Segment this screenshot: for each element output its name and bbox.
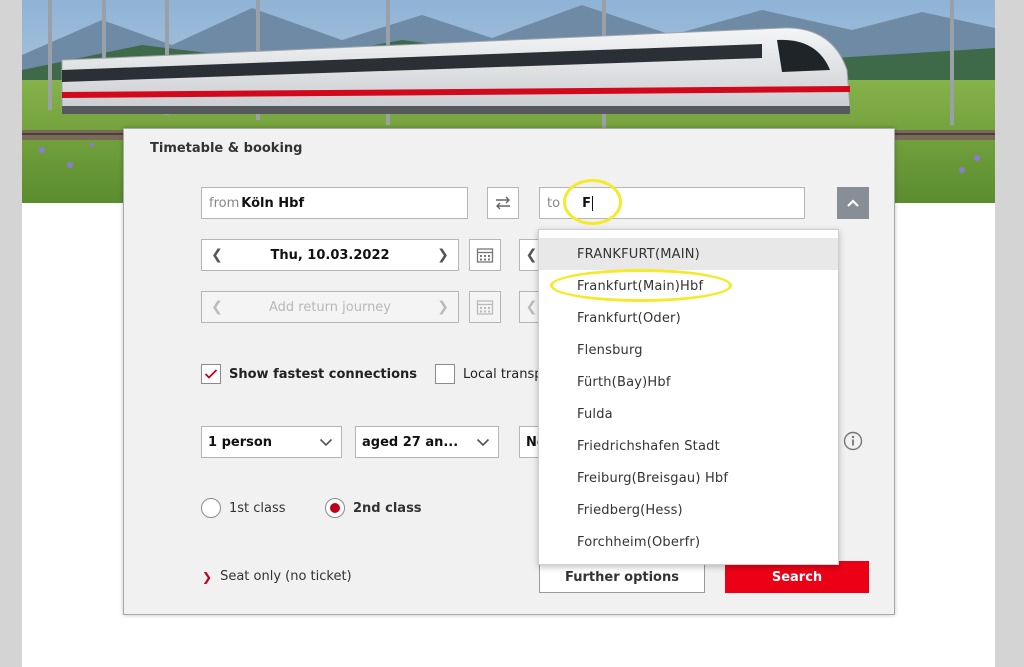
- to-value: F: [582, 195, 591, 211]
- suggestion-item[interactable]: Frankfurt(Main)Hbf: [539, 270, 838, 302]
- suggestion-item[interactable]: Frankfurt(Oder): [539, 302, 838, 334]
- outbound-calendar-button[interactable]: [469, 239, 501, 271]
- local-transport-toggle[interactable]: Local transp: [435, 364, 543, 384]
- fastest-label: Show fastest connections: [229, 366, 418, 382]
- persons-value: 1 person: [208, 434, 273, 450]
- radio-selected-dot: [330, 503, 340, 513]
- local-label: Local transp: [463, 366, 543, 382]
- info-button[interactable]: [843, 431, 863, 455]
- prev-date-icon[interactable]: ❮: [202, 240, 232, 270]
- fastest-connections-toggle[interactable]: Show fastest connections: [201, 364, 417, 384]
- chevron-right-icon: ❯: [202, 569, 213, 584]
- return-date-picker[interactable]: ❮ Add return journey ❯: [201, 291, 459, 323]
- second-class-option[interactable]: 2nd class: [325, 498, 422, 518]
- chevron-down-icon: [319, 438, 333, 446]
- first-class-option[interactable]: 1st class: [201, 498, 286, 518]
- return-placeholder: Add return journey: [268, 299, 392, 315]
- seat-only-link[interactable]: ❯ Seat only (no ticket): [202, 569, 352, 584]
- first-class-label: 1st class: [229, 500, 286, 516]
- search-button[interactable]: Search: [725, 561, 869, 593]
- from-station-input[interactable]: from Köln Hbf: [201, 187, 468, 219]
- swap-stations-button[interactable]: [487, 187, 519, 219]
- second-class-label: 2nd class: [353, 500, 422, 516]
- age-value: aged 27 an...: [362, 434, 459, 450]
- from-prefix: from: [209, 195, 240, 211]
- calendar-icon: [476, 300, 494, 315]
- calendar-icon: [476, 248, 494, 263]
- outbound-date: Thu, 10.03.2022: [270, 247, 390, 263]
- destination-suggestions: FRANKFURT(MAIN) Frankfurt(Main)Hbf Frank…: [538, 229, 839, 565]
- local-checkbox[interactable]: [435, 364, 455, 384]
- info-icon: [843, 431, 863, 451]
- suggestion-item[interactable]: Friedrichshafen Stadt: [539, 430, 838, 462]
- age-select[interactable]: aged 27 an...: [355, 426, 499, 458]
- chevron-up-icon: [847, 199, 859, 207]
- outbound-date-picker[interactable]: ❮ Thu, 10.03.2022 ❯: [201, 239, 459, 271]
- fastest-checkbox[interactable]: [201, 364, 221, 384]
- suggestion-item[interactable]: Freiburg(Breisgau) Hbf: [539, 462, 838, 494]
- return-calendar-button[interactable]: [469, 291, 501, 323]
- panel-title: Timetable & booking: [150, 141, 303, 156]
- suggestion-item[interactable]: FRANKFURT(MAIN): [539, 238, 838, 270]
- from-value: Köln Hbf: [241, 195, 305, 211]
- suggestion-item[interactable]: Fürth(Bay)Hbf: [539, 366, 838, 398]
- further-options-button[interactable]: Further options: [539, 561, 705, 593]
- suggestion-item[interactable]: Forchheim(Oberfr): [539, 526, 838, 558]
- collapse-button[interactable]: [837, 187, 869, 219]
- to-prefix: to: [547, 195, 561, 211]
- seat-only-label: Seat only (no ticket): [220, 569, 352, 584]
- suggestion-item[interactable]: Flensburg: [539, 334, 838, 366]
- first-class-radio[interactable]: [201, 498, 221, 518]
- next-return-icon: ❯: [437, 299, 449, 315]
- checkmark-icon: [204, 369, 218, 379]
- swap-arrows-icon: [496, 196, 510, 210]
- persons-select[interactable]: 1 person: [201, 426, 342, 458]
- suggestion-item[interactable]: Fulda: [539, 398, 838, 430]
- text-cursor: [591, 195, 593, 211]
- suggestion-item[interactable]: Friedberg(Hess): [539, 494, 838, 526]
- prev-return-icon: ❮: [211, 299, 223, 315]
- to-station-input[interactable]: to F: [539, 187, 805, 219]
- next-date-icon[interactable]: ❯: [428, 240, 458, 270]
- chevron-down-icon: [476, 438, 490, 446]
- second-class-radio[interactable]: [325, 498, 345, 518]
